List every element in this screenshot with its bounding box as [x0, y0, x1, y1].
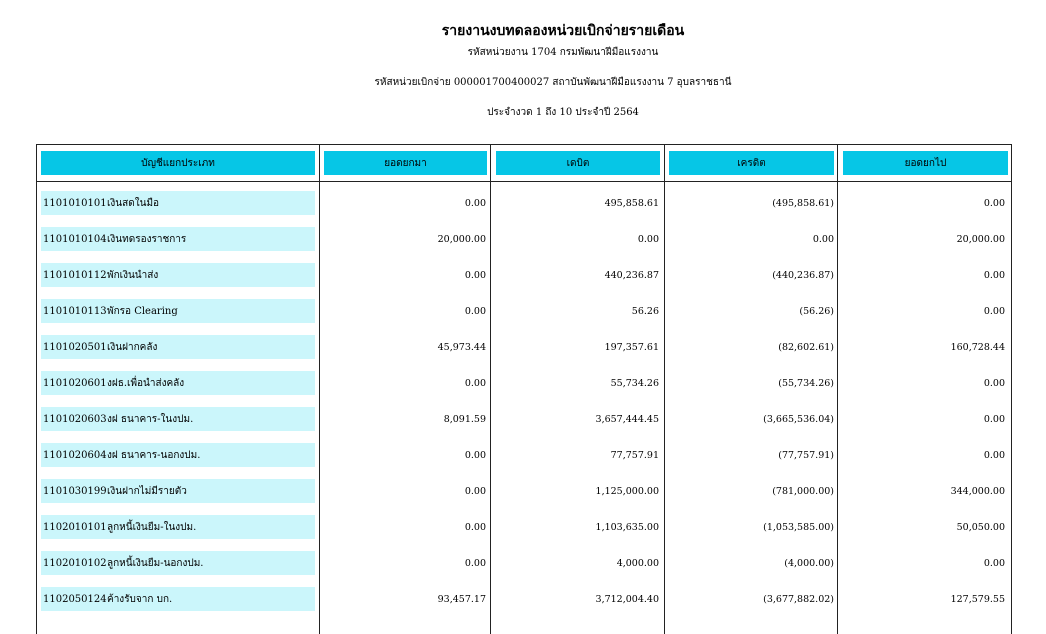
table-row: 1101010101 เงินสดในมือ 0.00 495,858.61 (495,… [37, 191, 1011, 215]
disburse-unit-line: รหัสหน่วยเบิกจ่าย 000001700400027 สถาบัน… [374, 77, 732, 88]
carried-forward-cell: 50,050.00 [956, 521, 1005, 533]
carried-forward-cell: 0.00 [983, 449, 1005, 461]
header-divider [37, 181, 1011, 182]
table-row: 1101020601 งฝธ.เพื่อนำส่งคลัง 0.00 55,734.2… [37, 371, 1011, 395]
report-title: รายงานงบทดลองหน่วยเบิกจ่ายรายเดือน [441, 23, 685, 39]
carried-forward-cell: 344,000.00 [950, 485, 1005, 497]
carried-forward-cell: 127,579.55 [950, 593, 1005, 605]
carried-forward-cell: 0.00 [983, 557, 1005, 569]
table-row: 1101010104 เงินทดรองราชการ 20,000.00 0.00 0.… [37, 227, 1011, 251]
column-header-account: บัญชีแยกประเภท [41, 151, 315, 175]
carried-forward-cell: 0.00 [983, 413, 1005, 425]
table-row: 1101020604 งฝ ธนาคาร-นอกงปม. 0.00 77,757.91… [37, 443, 1011, 467]
agency-line: รหัสหน่วยงาน 1704 กรมพัฒนาฝีมือแรงงาน [467, 47, 659, 58]
table-row: 1101030199 เงินฝากไม่มีรายตัว 0.00 1,125,00… [37, 479, 1011, 503]
column-header-debit: เดบิต [496, 151, 660, 175]
table-row: 1102010102 ลูกหนี้เงินยืม-นอกงปม. 0.00 4,00… [37, 551, 1011, 575]
period-line: ประจำงวด 1 ถึง 10 ประจำปี 2564 [487, 107, 639, 118]
table-row: 1101020603 งฝ ธนาคาร-ในงปม. 8,091.59 3,657,… [37, 407, 1011, 431]
table-row: 1101020501 เงินฝากคลัง 45,973.44 197,357.61… [37, 335, 1011, 359]
table-row: 1102010101 ลูกหนี้เงินยืม-ในงปม. 0.00 1,103… [37, 515, 1011, 539]
table-row: 1101010113 พักรอ Clearing 0.00 56.26 (56.26)… [37, 299, 1011, 323]
table-row: 1101010112 พักเงินนำส่ง 0.00 440,236.87 (440… [37, 263, 1011, 287]
carried-forward-cell: 0.00 [983, 197, 1005, 209]
carried-forward-cell: 160,728.44 [950, 341, 1005, 353]
carried-forward-cell: 20,000.00 [956, 233, 1005, 245]
column-header-carried-forward: ยอดยกไป [843, 151, 1008, 175]
carried-forward-cell: 0.00 [983, 269, 1005, 281]
column-header-credit: เครดิต [669, 151, 834, 175]
column-header-brought-forward: ยอดยกมา [324, 151, 487, 175]
table-row: 1102050124 ค้างรับจาก บก. 93,457.17 3,712,0… [37, 587, 1011, 611]
carried-forward-cell: 0.00 [983, 377, 1005, 389]
carried-forward-cell: 0.00 [983, 305, 1005, 317]
trial-balance-table: บัญชีแยกประเภท ยอดยกมา เดบิต เครดิต ยอดย… [36, 144, 1012, 634]
